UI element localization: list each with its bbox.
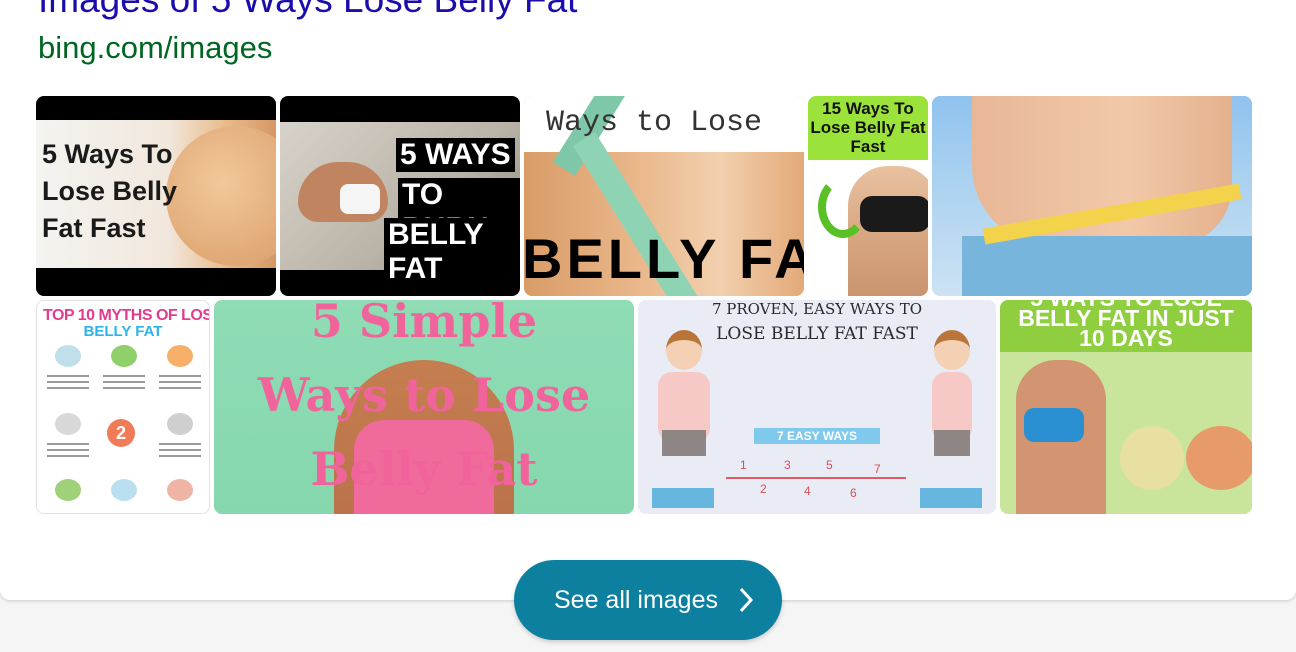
image-results-card: Images of 5 Ways Lose Belly Fat bing.com… — [0, 0, 1296, 640]
image-thumbnail-3[interactable]: Ways to Lose BELLY FAT — [524, 96, 804, 296]
thumbnail-text: 7 PROVEN, EASY WAYS TO — [711, 300, 923, 318]
infographic-cell — [155, 411, 205, 467]
page: Images of 5 Ways Lose Belly Fat bing.com… — [0, 0, 1296, 652]
thumbnail-text: BELLY FAT — [83, 323, 163, 340]
infographic-cell — [43, 343, 93, 399]
tick-label: 7 — [874, 462, 881, 476]
see-all-images-button[interactable]: See all images — [514, 560, 782, 640]
progress-line — [726, 477, 906, 479]
infographic-cell — [99, 477, 149, 513]
image-thumbnail-2[interactable]: 5 WAYS TO BURN BELLY FAT — [280, 96, 520, 296]
woman-top — [1024, 408, 1084, 442]
chevron-right-icon — [739, 587, 754, 613]
girl-illustration-after — [922, 330, 982, 490]
thumbnail-text: BELLY FAT — [524, 227, 804, 290]
tick-label: 2 — [760, 482, 767, 496]
image-thumbnail-7[interactable]: 5 Simple Ways to Lose Belly Fat — [214, 300, 634, 514]
image-thumbnail-4[interactable]: 15 Ways To Lose Belly Fat Fast — [808, 96, 928, 296]
woman-top — [340, 184, 380, 214]
thumbnail-text: Ways to Lose — [546, 106, 763, 140]
jeans-shape — [962, 236, 1252, 296]
thumbnail-text: 15 Ways To — [822, 99, 914, 118]
belly-shape — [166, 126, 276, 266]
thumbnail-text: Ways to Lose — [257, 368, 591, 422]
thumbnail-text: Lose Belly — [42, 176, 178, 206]
thumbnail-text: Lose Belly Fat — [810, 118, 926, 137]
thumbnail-text: BELLY FAT — [384, 218, 520, 286]
image-thumbnail-1[interactable]: 5 Ways To Lose Belly Fat Fast — [36, 96, 276, 296]
woman-top — [860, 196, 928, 232]
tick-label: 4 — [804, 484, 811, 498]
scale-icon — [652, 488, 714, 508]
infographic-cell — [99, 343, 149, 399]
image-thumbnail-5[interactable] — [932, 96, 1252, 296]
curved-arrow-icon — [818, 176, 868, 238]
infographic-cell — [43, 477, 93, 513]
banner-label: 7 EASY WAYS — [754, 428, 880, 444]
image-thumbnail-9[interactable]: 5 WAYS TO LOSE BELLY FAT IN JUST 10 DAYS — [1000, 300, 1252, 514]
thumbnail-text: 10 DAYS — [1079, 325, 1173, 351]
thumbnail-text: Fat Fast — [42, 213, 146, 243]
see-all-images-label: See all images — [554, 586, 718, 614]
tick-label: 6 — [850, 486, 857, 500]
infographic-cell — [155, 477, 205, 513]
thumbnail-text: Belly Fat — [310, 442, 538, 496]
thumbnail-text: 5 WAYS — [396, 138, 515, 172]
scale-icon — [920, 488, 982, 508]
thumbnail-text: Fast — [850, 137, 886, 156]
tick-label: 1 — [740, 458, 747, 472]
number-badge: 2 — [107, 419, 135, 447]
image-thumbnail-8[interactable]: 7 PROVEN, EASY WAYS TO LOSE BELLY FAT FA… — [638, 300, 996, 514]
result-title-link[interactable]: Images of 5 Ways Lose Belly Fat — [38, 0, 577, 20]
infographic-cell — [43, 411, 93, 467]
tick-label: 3 — [784, 458, 791, 472]
thumbnail-text: 5 Ways To — [42, 139, 173, 169]
fruit-bowl-icon — [1186, 426, 1252, 490]
thumbnail-text: 5 Simple — [310, 300, 538, 348]
girl-illustration-before — [654, 330, 714, 490]
fruit-bowl-icon — [1120, 426, 1184, 490]
image-thumbnail-6[interactable]: TOP 10 MYTHS OF LOSING BELLY FAT 2 — [36, 300, 210, 514]
infographic-cell — [155, 343, 205, 399]
tick-label: 5 — [826, 458, 833, 472]
result-source-url: bing.com/images — [38, 30, 273, 65]
